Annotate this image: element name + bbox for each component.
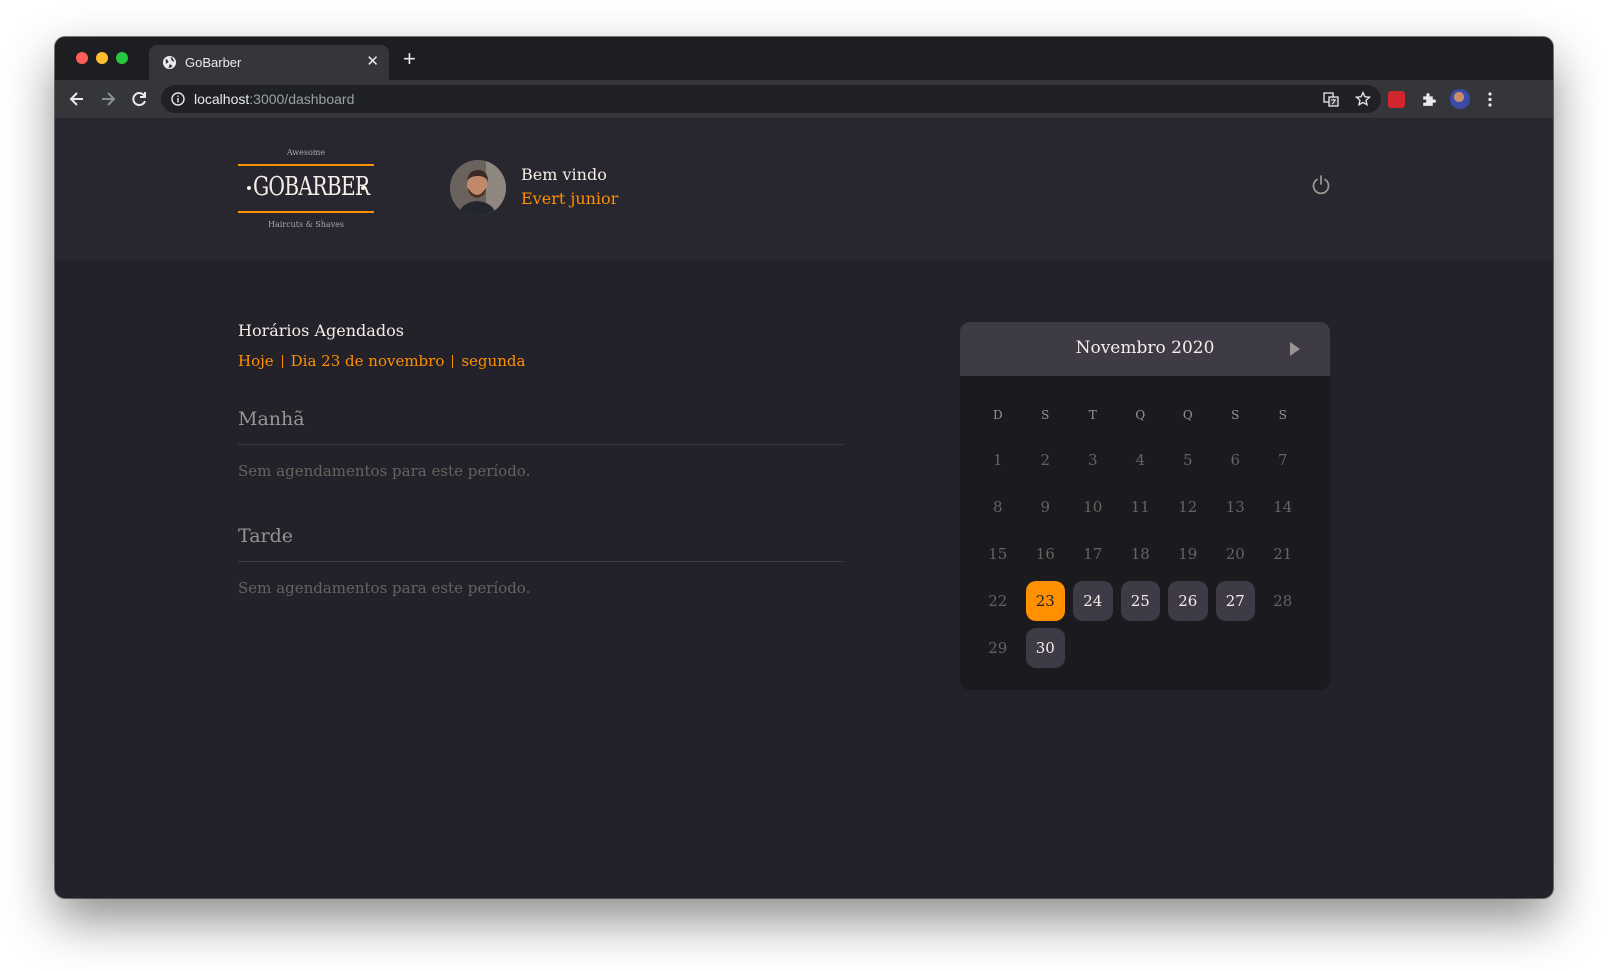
- empty-appointments-text: Sem agendamentos para este período.: [238, 462, 531, 480]
- calendar-day: 29: [988, 638, 1008, 657]
- calendar-day: 3: [1087, 450, 1098, 469]
- period-title: Manhã: [238, 408, 843, 445]
- maximize-window-button[interactable]: [116, 52, 128, 64]
- translate-icon[interactable]: [1323, 91, 1339, 107]
- schedule-section: Horários Agendados Hoje Dia 23 de novemb…: [238, 321, 843, 597]
- next-month-icon[interactable]: [1288, 341, 1302, 357]
- calendar-month-label: Novembro 2020: [1075, 338, 1215, 358]
- app-header: Awesome GOBARBER Haircuts & Shaves Bem v…: [55, 118, 1553, 260]
- calendar-day: 13: [1225, 497, 1245, 516]
- calendar: Novembro 2020 D S T Q Q S S 1 2 3 4 5 6: [960, 322, 1330, 690]
- url-path: :3000/dashboard: [249, 91, 355, 107]
- reload-icon[interactable]: [129, 89, 149, 109]
- calendar-day: 10: [1083, 497, 1103, 516]
- schedule-date-info: Hoje Dia 23 de novembro segunda: [238, 352, 843, 370]
- dashboard-content: Horários Agendados Hoje Dia 23 de novemb…: [55, 260, 1553, 898]
- url-host: localhost: [194, 91, 250, 107]
- weekday-label: D: [992, 408, 1003, 422]
- calendar-day: 15: [988, 544, 1008, 563]
- bookmark-star-icon[interactable]: [1355, 91, 1371, 107]
- calendar-day: 19: [1178, 544, 1198, 563]
- calendar-day: 1: [992, 450, 1003, 469]
- calendar-day: 12: [1178, 497, 1198, 516]
- weekday-label: S: [1041, 408, 1050, 422]
- menu-kebab-icon[interactable]: [1483, 91, 1497, 108]
- calendar-day: 14: [1273, 497, 1293, 516]
- calendar-days-grid: 1 2 3 4 5 6 7 8 9 10 11 12 13 14 15 16 1…: [978, 440, 1303, 668]
- calendar-day: 8: [992, 497, 1003, 516]
- weekday-label: T: [1088, 408, 1097, 422]
- calendar-day: 5: [1182, 450, 1193, 469]
- calendar-day: 18: [1130, 544, 1150, 563]
- calendar-weekdays: D S T Q Q S S: [978, 408, 1303, 422]
- period-afternoon: Tarde Sem agendamentos para este período…: [238, 525, 843, 597]
- browser-window: GoBarber ✕ + localhost:3000/dashboard Aw…: [55, 37, 1553, 898]
- weekday-label: S: [1231, 408, 1240, 422]
- calendar-day: 9: [1040, 497, 1051, 516]
- close-window-button[interactable]: [76, 52, 88, 64]
- calendar-day: 6: [1230, 450, 1241, 469]
- empty-appointments-text: Sem agendamentos para este período.: [238, 579, 531, 597]
- power-icon[interactable]: [1310, 174, 1332, 196]
- calendar-day[interactable]: 23: [1025, 581, 1065, 621]
- weekday-label: Q: [1182, 408, 1193, 422]
- tab-strip: GoBarber ✕ +: [55, 37, 1553, 80]
- period-morning: Manhã Sem agendamentos para este período…: [238, 408, 843, 480]
- logo-divider: [238, 164, 374, 166]
- user-avatar[interactable]: [450, 160, 506, 216]
- globe-icon: [162, 55, 177, 70]
- calendar-day: 2: [1040, 450, 1051, 469]
- logo-tagline-top: Awesome: [286, 148, 326, 157]
- tab-title: GoBarber: [185, 55, 242, 70]
- browser-toolbar: localhost:3000/dashboard: [55, 80, 1553, 118]
- browser-tab[interactable]: GoBarber ✕: [149, 45, 389, 80]
- extension-icon[interactable]: [1388, 91, 1405, 108]
- profile-avatar-icon[interactable]: [1450, 89, 1470, 109]
- logo-divider: [238, 211, 374, 213]
- date-label: Dia 23 de novembro: [290, 352, 445, 370]
- calendar-day: 4: [1135, 450, 1146, 469]
- minimize-window-button[interactable]: [96, 52, 108, 64]
- calendar-day: 22: [988, 591, 1008, 610]
- calendar-day: 7: [1277, 450, 1288, 469]
- user-photo: [450, 160, 506, 216]
- new-tab-button[interactable]: +: [403, 48, 416, 70]
- schedule-title: Horários Agendados: [238, 321, 404, 340]
- today-label: Hoje: [238, 352, 274, 370]
- calendar-day: 28: [1273, 591, 1293, 610]
- logo-tagline-bottom: Haircuts & Shaves: [267, 220, 345, 229]
- calendar-day: 21: [1273, 544, 1293, 563]
- calendar-day: 11: [1130, 497, 1150, 516]
- period-title: Tarde: [238, 525, 843, 562]
- welcome-text: Bem vindo: [521, 165, 607, 184]
- logo-wordmark: GOBARBER: [252, 172, 370, 202]
- calendar-header: Novembro 2020: [960, 322, 1330, 376]
- separator: [452, 354, 454, 368]
- extensions-puzzle-icon[interactable]: [1420, 91, 1437, 108]
- user-name-link[interactable]: Evert junior: [521, 189, 618, 208]
- weekday-label: S: [1278, 408, 1287, 422]
- separator: [281, 354, 283, 368]
- gobarber-logo: Awesome GOBARBER Haircuts & Shaves: [238, 142, 374, 230]
- calendar-day: 17: [1083, 544, 1103, 563]
- weekday-label: segunda: [461, 352, 526, 370]
- logo-dot: [247, 186, 251, 190]
- address-bar[interactable]: localhost:3000/dashboard: [161, 85, 1381, 113]
- logo-dot: [361, 186, 365, 190]
- close-tab-icon[interactable]: ✕: [366, 53, 379, 71]
- calendar-day[interactable]: 24: [1073, 581, 1113, 621]
- calendar-day[interactable]: 27: [1215, 581, 1255, 621]
- weekday-label: Q: [1135, 408, 1146, 422]
- calendar-day[interactable]: 25: [1120, 581, 1160, 621]
- forward-arrow-icon[interactable]: [98, 89, 118, 109]
- url-text: localhost:3000/dashboard: [194, 91, 354, 107]
- calendar-day: 16: [1035, 544, 1055, 563]
- info-icon[interactable]: [171, 92, 185, 106]
- back-arrow-icon[interactable]: [67, 89, 87, 109]
- calendar-day[interactable]: 30: [1025, 628, 1065, 668]
- calendar-day: 20: [1225, 544, 1245, 563]
- calendar-day[interactable]: 26: [1168, 581, 1208, 621]
